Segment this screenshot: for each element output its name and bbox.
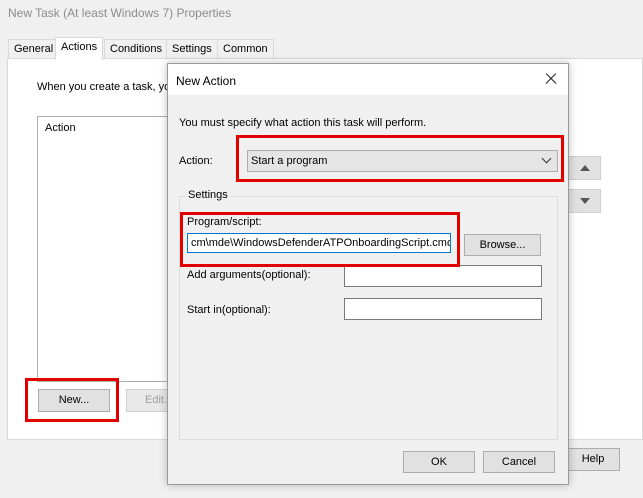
help-button[interactable]: Help bbox=[566, 448, 620, 471]
tab-actions[interactable]: Actions bbox=[55, 37, 104, 60]
arguments-input[interactable] bbox=[344, 265, 542, 287]
tab-common[interactable]: Common bbox=[217, 39, 274, 59]
tab-general[interactable]: General bbox=[8, 39, 60, 59]
action-type-label: Action: bbox=[179, 155, 213, 167]
tab-settings[interactable]: Settings bbox=[166, 39, 218, 59]
arrow-down-icon bbox=[580, 198, 590, 204]
move-up-button[interactable] bbox=[568, 156, 601, 180]
cancel-button[interactable]: Cancel bbox=[483, 451, 555, 473]
actions-intro-text: When you create a task, yo bbox=[37, 81, 171, 93]
new-action-dialog: New Action You must specify what action … bbox=[167, 63, 569, 485]
action-type-value: Start a program bbox=[251, 155, 328, 167]
move-down-button[interactable] bbox=[568, 189, 601, 213]
action-column-header: Action bbox=[45, 122, 76, 134]
arguments-label: Add arguments(optional): bbox=[187, 269, 311, 281]
program-script-input[interactable]: cm\mde\WindowsDefenderATPOnboardingScrip… bbox=[187, 233, 451, 253]
settings-legend: Settings bbox=[185, 189, 231, 201]
program-script-label: Program/script: bbox=[187, 216, 262, 228]
close-icon[interactable] bbox=[540, 68, 564, 90]
chevron-down-icon bbox=[541, 153, 552, 164]
arrow-up-icon bbox=[580, 165, 590, 171]
browse-button[interactable]: Browse... bbox=[464, 234, 541, 256]
tab-conditions[interactable]: Conditions bbox=[104, 39, 168, 59]
action-type-dropdown[interactable]: Start a program bbox=[247, 150, 558, 172]
action-list[interactable] bbox=[37, 116, 177, 382]
window-title: New Task (At least Windows 7) Properties bbox=[8, 6, 232, 20]
start-in-input[interactable] bbox=[344, 298, 542, 320]
new-action-button[interactable]: New... bbox=[38, 389, 110, 412]
start-in-label: Start in(optional): bbox=[187, 304, 271, 316]
dialog-title: New Action bbox=[176, 74, 237, 88]
dialog-instruction: You must specify what action this task w… bbox=[179, 117, 427, 129]
ok-button[interactable]: OK bbox=[403, 451, 475, 473]
